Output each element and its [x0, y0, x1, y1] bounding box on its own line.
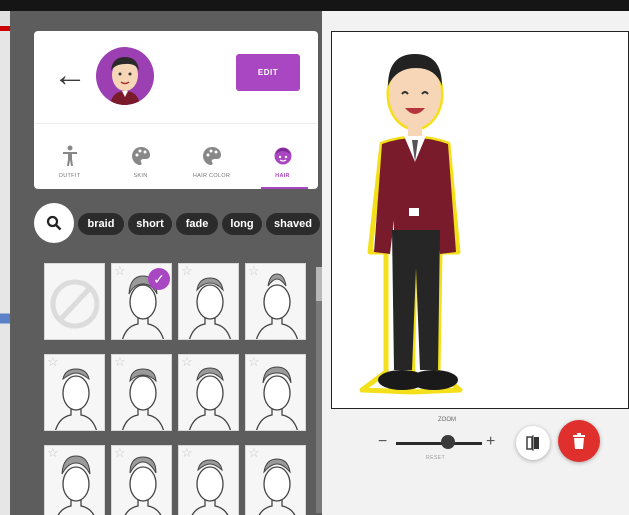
no-hair-tile[interactable] [44, 263, 105, 340]
hair-style-tile[interactable]: ☆ [178, 263, 239, 340]
chip-braid[interactable]: braid [78, 213, 124, 235]
head-outline-icon [188, 367, 232, 430]
tab-label: OUTFIT [58, 173, 81, 179]
tab-hair[interactable]: HAIR [247, 124, 318, 189]
head-outline-icon [255, 273, 299, 339]
reset-label[interactable]: RESET [426, 455, 445, 461]
tab-outfit[interactable]: OUTFIT [34, 124, 105, 189]
hair-style-tile[interactable]: ☆ [178, 354, 239, 431]
zoom-slider[interactable] [396, 442, 482, 445]
head-outline-icon [255, 366, 299, 430]
head-outline-icon [188, 277, 232, 339]
head-outline-icon [258, 458, 296, 515]
chip-short[interactable]: short [128, 213, 172, 235]
hair-style-tile[interactable]: ☆ [111, 354, 172, 431]
head-outline-icon [191, 459, 229, 515]
zoom-controls: ZOOM − + RESET [322, 411, 629, 481]
head-outline-icon [121, 368, 165, 430]
browser-edge [0, 11, 10, 515]
character-canvas [331, 31, 629, 409]
head-outline-icon [57, 455, 95, 515]
head-outline-icon [54, 368, 98, 430]
top-bar [0, 0, 629, 11]
zoom-out-button[interactable]: − [378, 433, 387, 451]
zoom-label: ZOOM [438, 417, 456, 423]
hair-style-tile[interactable]: ☆ ✓ [111, 263, 172, 340]
hair-style-tile[interactable]: ☆ [245, 263, 306, 340]
tab-skin[interactable]: SKIN [105, 124, 176, 189]
category-tabs: OUTFIT SKIN HAIR COLOR HAIR [34, 123, 318, 189]
zoom-in-button[interactable]: + [486, 433, 495, 451]
delete-button[interactable] [558, 420, 600, 462]
palette-icon [131, 147, 150, 165]
zoom-slider-handle[interactable] [440, 435, 455, 449]
search-button[interactable] [34, 203, 74, 243]
hair-style-tile[interactable]: ☆ [245, 445, 306, 515]
hair-style-tile[interactable]: ☆ [245, 354, 306, 431]
header-card: ← EDIT OUTFIT SKIN HAIR COLOR HAIR [34, 31, 318, 189]
head-outline-icon [124, 456, 162, 515]
hair-style-tile[interactable]: ☆ [111, 445, 172, 515]
flip-icon [526, 435, 539, 451]
hair-style-tile[interactable]: ☆ [44, 354, 105, 431]
arrow-left-icon[interactable]: ← [50, 55, 90, 95]
trash-icon [573, 433, 585, 449]
search-icon [46, 215, 62, 231]
chip-fade[interactable]: fade [176, 213, 218, 235]
tab-label: HAIR [275, 173, 290, 179]
hair-style-tile[interactable]: ☆ [178, 445, 239, 515]
check-icon: ✓ [148, 268, 170, 290]
no-entry-icon [50, 279, 100, 329]
hair-style-grid: ☆ ✓ ☆ ☆ ☆ ☆ ☆ ☆ ☆ ☆ ☆ ☆ [44, 263, 314, 515]
face-icon [274, 147, 291, 165]
palette-icon [202, 147, 221, 165]
editor-left-panel: ← EDIT OUTFIT SKIN HAIR COLOR HAIR braid… [10, 11, 322, 515]
figure-icon [62, 145, 77, 166]
chip-long[interactable]: long [222, 213, 262, 235]
avatar [96, 47, 154, 105]
tab-hair-color[interactable]: HAIR COLOR [176, 124, 247, 189]
flip-button[interactable] [516, 426, 550, 460]
filter-row: braid short fade long shaved [34, 201, 322, 245]
hair-style-tile[interactable]: ☆ [44, 445, 105, 515]
tab-label: SKIN [133, 173, 148, 179]
tab-label: HAIR COLOR [192, 173, 231, 179]
character-figure [359, 54, 463, 395]
preview-panel: ZOOM − + RESET [322, 11, 629, 515]
edit-button[interactable]: EDIT [236, 54, 300, 91]
chip-shaved[interactable]: shaved [266, 213, 320, 235]
